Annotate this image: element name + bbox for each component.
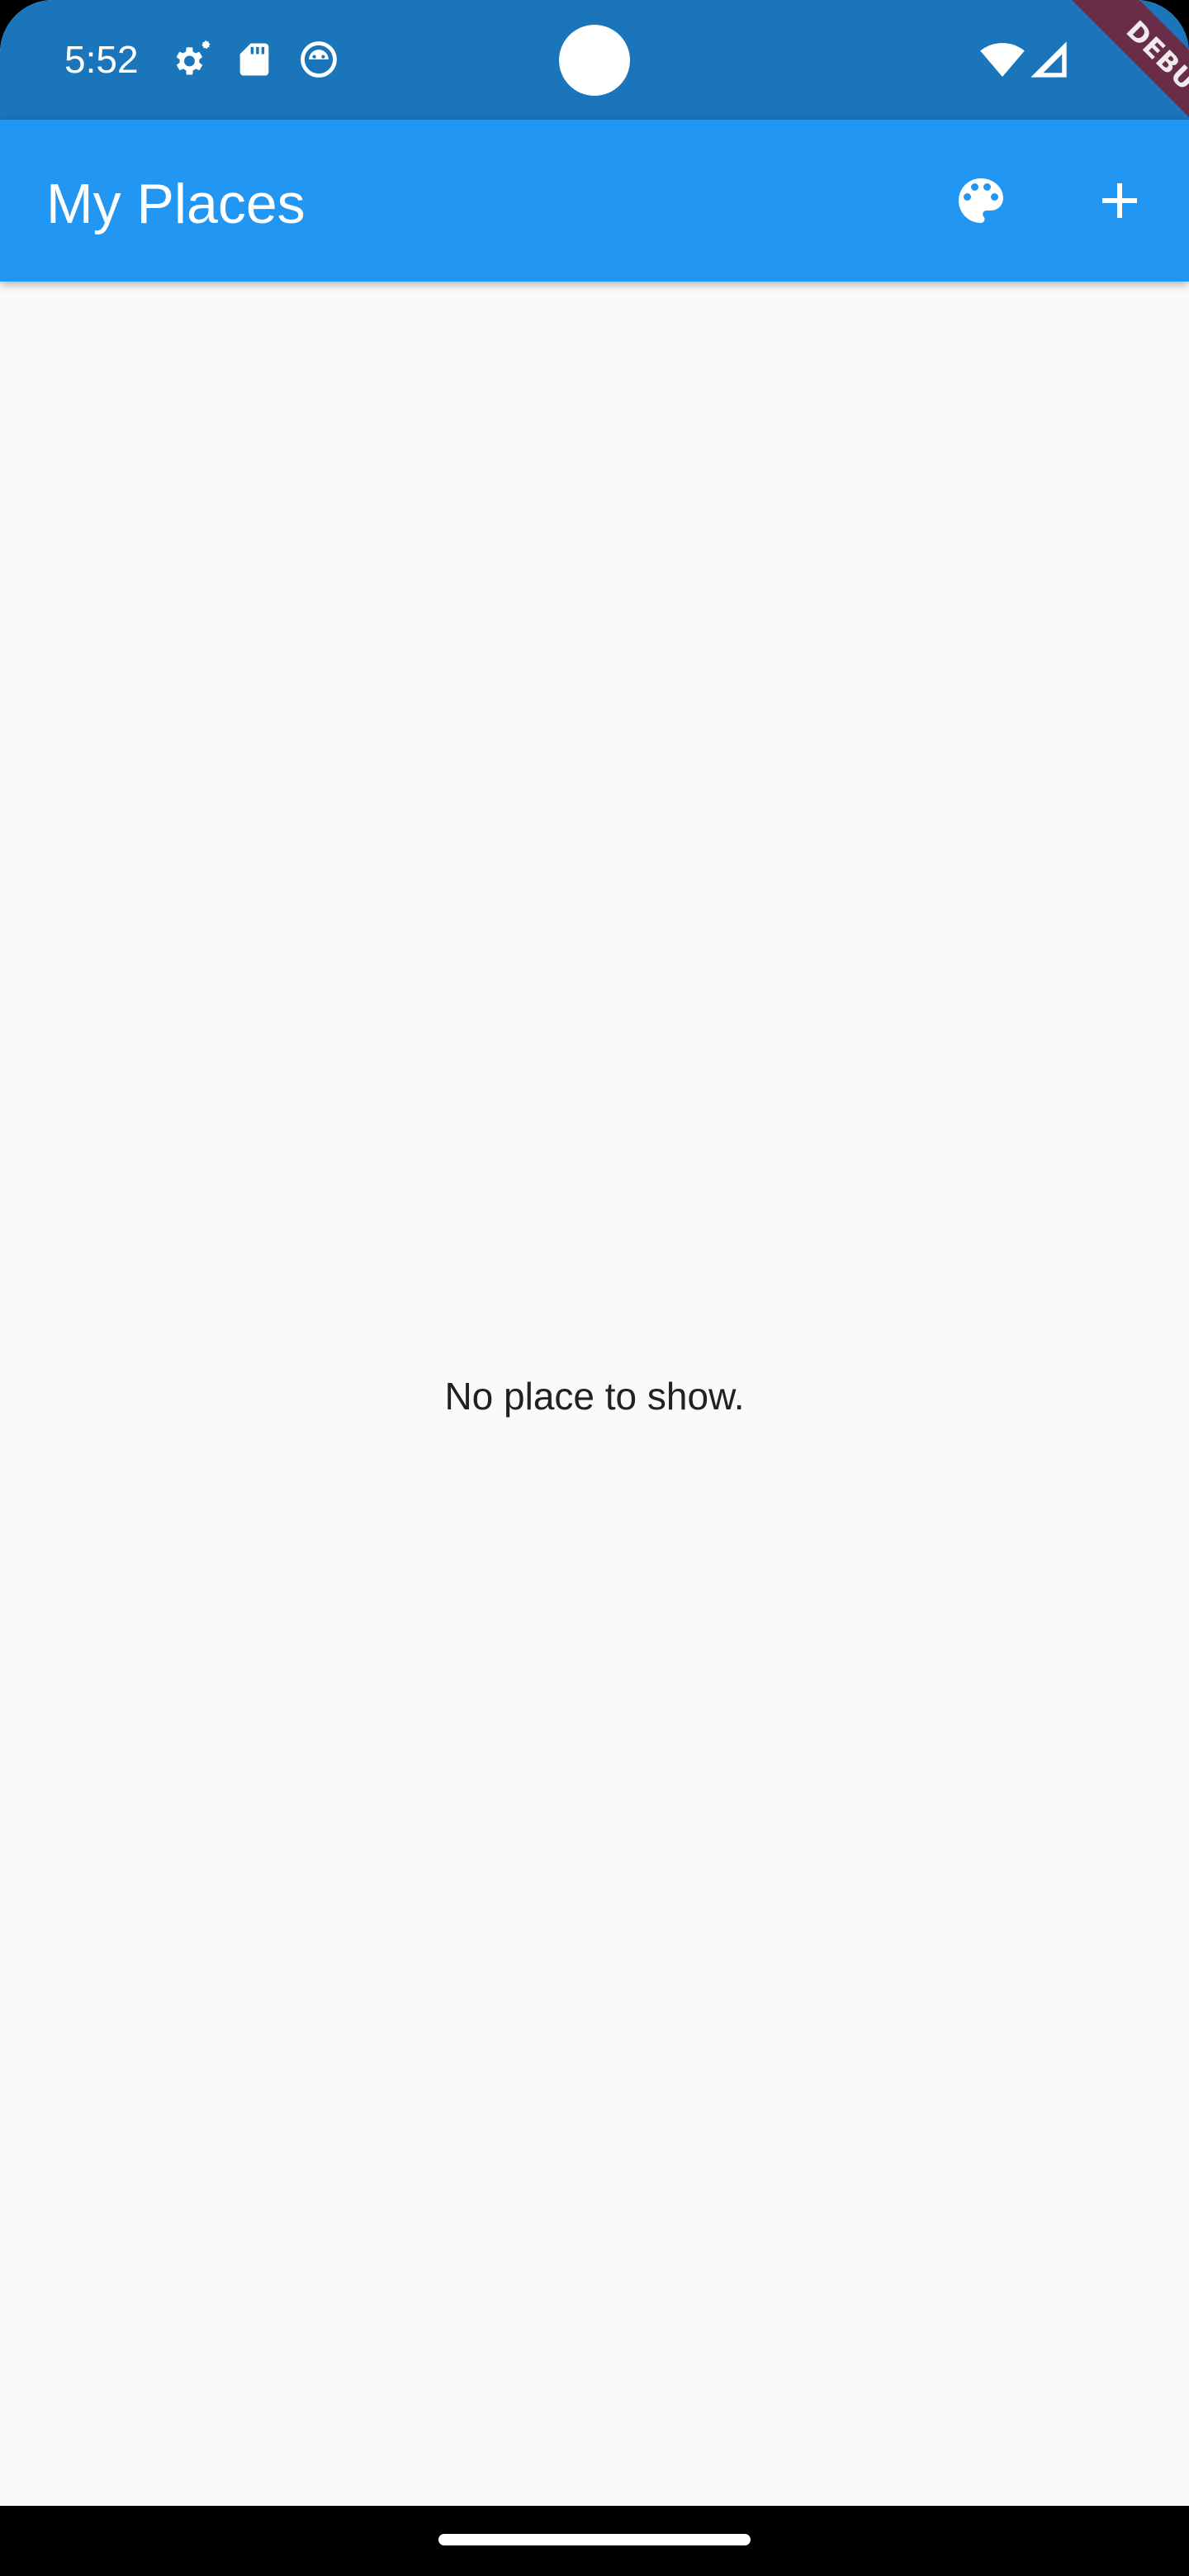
settings-gear-icon xyxy=(168,38,211,81)
sd-card-icon xyxy=(233,38,276,81)
page-title: My Places xyxy=(46,173,306,235)
empty-state-message: No place to show. xyxy=(444,1375,745,1418)
add-place-button[interactable] xyxy=(1073,154,1166,247)
app-bar: My Places xyxy=(0,120,1189,282)
screen: 5:52 My Places No place to show. DEBUG xyxy=(0,0,1189,2576)
add-icon xyxy=(1102,183,1137,218)
cellular-signal-icon xyxy=(1027,38,1070,81)
camera-cutout xyxy=(559,25,630,96)
palette-icon xyxy=(959,178,1003,223)
navigation-bar xyxy=(0,2506,1189,2576)
android-face-icon xyxy=(297,38,340,81)
home-indicator[interactable] xyxy=(438,2534,751,2545)
status-bar: 5:52 xyxy=(0,0,1189,120)
status-time: 5:52 xyxy=(64,38,139,81)
places-list-area: No place to show. xyxy=(0,282,1189,2506)
wifi-icon xyxy=(979,36,1026,83)
palette-button[interactable] xyxy=(935,154,1027,247)
